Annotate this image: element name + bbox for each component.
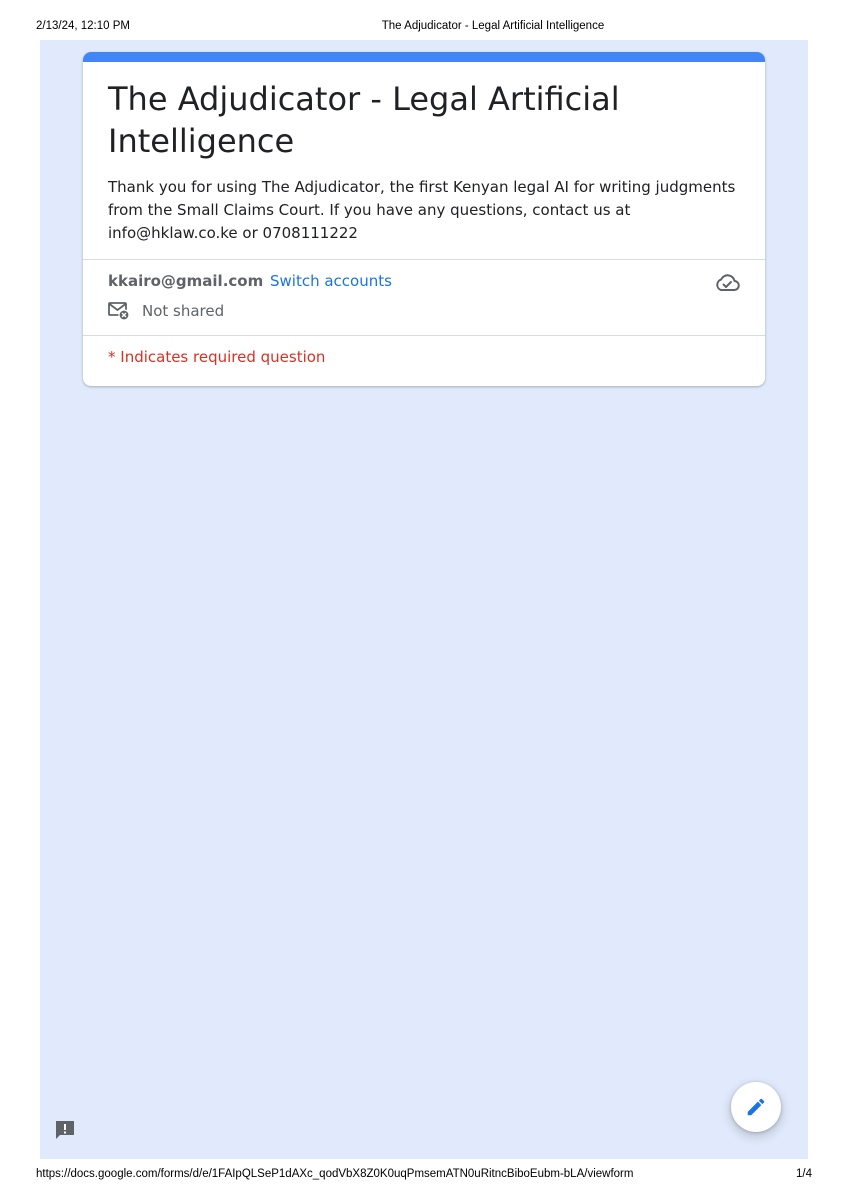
- divider: [83, 335, 765, 336]
- print-title: The Adjudicator - Legal Artificial Intel…: [381, 20, 605, 32]
- form-description: Thank you for using The Adjudicator, the…: [108, 178, 736, 242]
- cloud-done-icon: [716, 274, 740, 291]
- print-page-number: 1/4: [796, 1168, 812, 1180]
- print-url: https://docs.google.com/forms/d/e/1FAIpQ…: [36, 1168, 634, 1180]
- shared-status-text: Not shared: [142, 302, 225, 320]
- form-viewport: The Adjudicator - Legal Artificial Intel…: [40, 40, 808, 1159]
- card-accent-bar: [83, 52, 765, 62]
- print-footer: https://docs.google.com/forms/d/e/1FAIpQ…: [0, 1160, 848, 1200]
- print-header: 2/13/24, 12:10 PM The Adjudicator - Lega…: [0, 0, 848, 40]
- form-header-card: The Adjudicator - Legal Artificial Intel…: [83, 52, 765, 386]
- required-question-note: * Indicates required question: [108, 348, 326, 366]
- account-email: kkairo@gmail.com: [108, 272, 264, 290]
- feedback-icon[interactable]: [53, 1118, 77, 1142]
- form-title: The Adjudicator - Legal Artificial Intel…: [108, 80, 620, 160]
- account-row: kkairo@gmail.com Switch accounts: [108, 271, 392, 291]
- shared-status-row: Not shared: [108, 301, 224, 321]
- mail-not-shared-icon: [108, 302, 130, 321]
- edit-response-button[interactable]: [731, 1082, 781, 1132]
- pencil-icon: [747, 1098, 765, 1116]
- divider: [83, 259, 765, 260]
- switch-accounts-link[interactable]: Switch accounts: [270, 272, 392, 290]
